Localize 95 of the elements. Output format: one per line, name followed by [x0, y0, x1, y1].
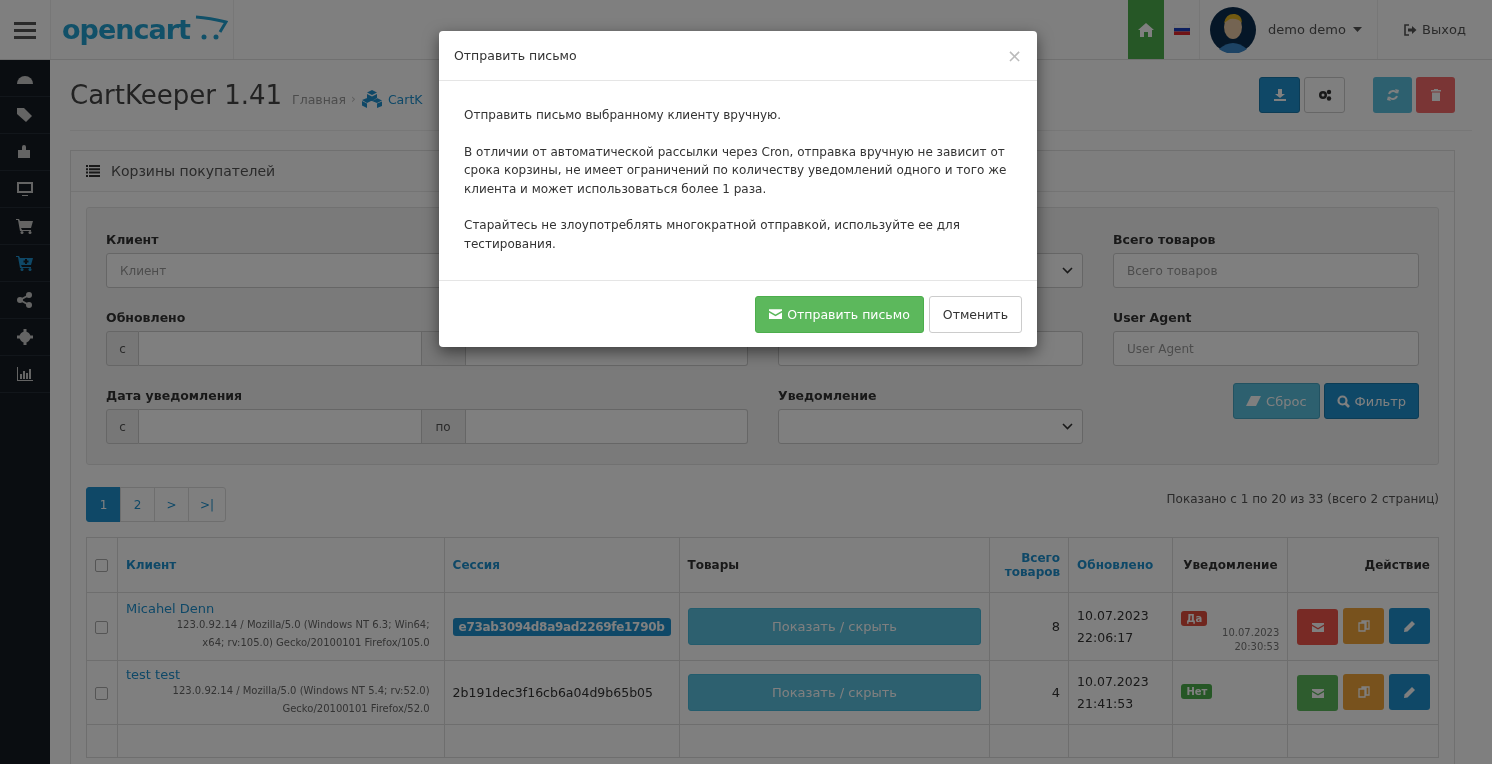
caret-icon	[1352, 27, 1362, 32]
field-label: Всего товаров	[1113, 232, 1216, 247]
row-checkbox[interactable]	[95, 620, 109, 634]
cancel-button[interactable]: Отменить	[928, 295, 1022, 333]
column-header: Товары	[687, 558, 740, 572]
select-field[interactable]	[778, 409, 1083, 444]
modal-paragraph: В отличии от автоматической рассылки через Cron, отправка вручную не зависит от срока корзины, не имеет ограничений по количеству уведомлений одного и того же клиента и может использоваться более 1 раза.	[464, 143, 1008, 198]
updated-text: 10.07.2023 22:06:17	[1077, 606, 1150, 647]
page-link[interactable]: 1	[86, 487, 121, 522]
avatar	[1210, 6, 1256, 53]
updated-text: 10.07.2023 21:41:53	[1077, 672, 1150, 713]
copy-button[interactable]	[1343, 673, 1385, 710]
modal-title: Отправить письмо	[454, 48, 577, 63]
envelope-icon	[1311, 688, 1324, 698]
status-label: Нет	[1181, 684, 1213, 699]
chevron-down-icon	[1062, 267, 1073, 274]
pencil-icon	[1404, 620, 1415, 632]
field-label: Обновлено	[106, 310, 186, 325]
logo-text: opencart	[62, 14, 190, 45]
field-label: Уведомление	[778, 388, 877, 403]
session-label: e73ab3094d8a9ad2269fe1790b	[452, 617, 671, 636]
row-checkbox[interactable]	[95, 686, 109, 700]
chart-icon	[16, 366, 34, 382]
home-icon	[1138, 22, 1154, 37]
home-button[interactable]	[1128, 0, 1164, 59]
close-button[interactable]: ×	[1006, 45, 1022, 66]
envelope-icon	[1311, 622, 1324, 632]
delete-button[interactable]	[1416, 77, 1455, 113]
chevron-down-icon	[1062, 423, 1073, 430]
panel-title: Корзины покупателей	[111, 163, 276, 179]
edit-button[interactable]	[1389, 674, 1430, 711]
gear-icon	[16, 329, 34, 345]
column-header: Действие	[1364, 558, 1430, 572]
modal-paragraph: Старайтесь не злоупотреблять многократной отправкой, используйте ее для тестирования.	[464, 217, 961, 253]
pencil-icon	[1404, 686, 1415, 698]
session-text: 2b191dec3f16cb6a04d9b65b05	[452, 685, 653, 700]
page-link[interactable]: >|	[188, 487, 226, 522]
to-label: по	[420, 409, 466, 444]
menu-icon	[14, 20, 36, 39]
eraser-icon	[1246, 396, 1262, 406]
breadcrumb-separator: ›	[351, 92, 356, 106]
edit-button[interactable]	[1389, 608, 1430, 645]
toggle-products-button[interactable]: Показать / скрыть	[687, 674, 982, 711]
list-icon	[86, 165, 100, 177]
input-field[interactable]	[139, 409, 422, 444]
total-text: 4	[1051, 685, 1061, 700]
monitor-icon	[16, 181, 34, 197]
copy-icon	[1357, 685, 1370, 698]
page-title: CartKeeper 1.41	[70, 80, 283, 110]
user-menu[interactable]: demo demo	[1268, 22, 1362, 37]
from-label: с	[106, 409, 139, 444]
notified-date: 10.07.2023 20:30:53	[1221, 626, 1280, 654]
page-link[interactable]: >	[154, 487, 189, 522]
download-icon	[1273, 89, 1286, 101]
download-button[interactable]	[1259, 77, 1300, 113]
cart-plus-icon	[16, 255, 34, 271]
settings-button[interactable]	[1304, 77, 1345, 113]
sign-out-icon	[1404, 23, 1418, 36]
send-mail-button[interactable]	[1297, 609, 1339, 646]
envelope-icon	[769, 309, 783, 319]
field-label: Клиент	[106, 232, 159, 247]
breadcrumb-link[interactable]: CartK	[387, 91, 423, 107]
cubes-icon	[360, 90, 383, 108]
page-link[interactable]: 2	[120, 487, 155, 522]
share-icon	[16, 292, 34, 308]
field-label: User Agent	[1113, 310, 1192, 325]
gears-icon	[1317, 89, 1332, 101]
copy-icon	[1357, 619, 1370, 632]
select-all-checkbox[interactable]	[95, 559, 109, 572]
send-mail-button[interactable]: Отправить письмо	[755, 295, 924, 333]
input-field[interactable]	[465, 409, 748, 444]
status-label: Да	[1181, 611, 1208, 626]
cart-icon	[16, 218, 34, 234]
input-field[interactable]	[139, 331, 422, 366]
filter-button[interactable]: Фильтр	[1323, 383, 1419, 419]
results-summary: Показано с 1 по 20 из 33 (всего 2 страниц)	[1166, 492, 1439, 506]
refresh-icon	[1386, 89, 1399, 101]
client-link[interactable]: test test	[125, 667, 180, 682]
client-link[interactable]: Micahel Denn	[125, 601, 215, 616]
copy-button[interactable]	[1343, 607, 1385, 644]
tags-icon	[16, 107, 34, 123]
total-text: 8	[1051, 619, 1061, 634]
field-label: Дата уведомления	[106, 388, 243, 403]
refresh-button[interactable]	[1373, 77, 1412, 113]
search-icon	[1336, 394, 1350, 408]
user-agent-text: 123.0.92.14 / Mozilla/5.0 (Windows NT 5.4; rv:52.0) Gecko/20100101 Firefox/52.0	[171, 684, 430, 716]
flag-icon	[1173, 24, 1190, 35]
toggle-products-button[interactable]: Показать / скрыть	[687, 608, 982, 645]
trash-icon	[1430, 89, 1441, 101]
send-mail-button[interactable]	[1297, 675, 1339, 712]
reset-button[interactable]: Сброс	[1233, 383, 1320, 419]
from-label: с	[106, 331, 139, 366]
user-agent-text: 123.0.92.14 / Mozilla/5.0 (Windows NT 6.3; Win64; x64; rv:105.0) Gecko/20100101 Firefox/105.0	[175, 618, 430, 650]
column-header: Уведомление	[1183, 558, 1278, 572]
modal-paragraph: Отправить письмо выбранному клиенту вручную.	[464, 107, 783, 124]
